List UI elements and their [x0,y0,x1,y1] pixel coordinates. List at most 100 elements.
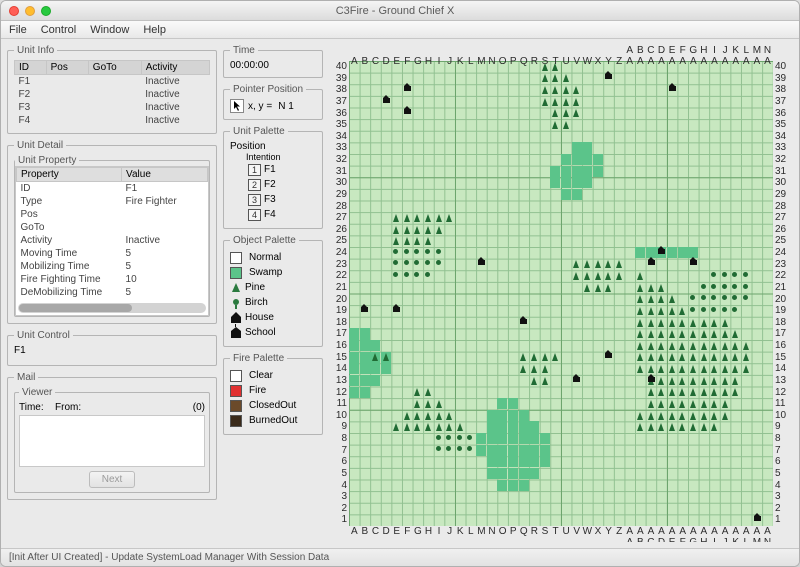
map-swamp[interactable] [529,456,539,467]
map-birchc[interactable] [446,446,451,451]
map-pine[interactable] [425,388,431,396]
map-swamp[interactable] [572,189,582,200]
map-swamp[interactable] [487,456,497,467]
map-pine[interactable] [372,353,378,361]
map-pine[interactable] [531,365,537,373]
map-pine[interactable] [679,330,685,338]
map-pine[interactable] [648,330,654,338]
map-birchc[interactable] [425,272,430,277]
table-row[interactable]: Mobilizing Time5 [17,260,208,273]
map-pine[interactable] [732,330,738,338]
map-pine[interactable] [669,388,675,396]
map-pine[interactable] [637,272,643,280]
map-swamp[interactable] [593,166,603,177]
map-birchc[interactable] [711,284,716,289]
map-birchc[interactable] [457,446,462,451]
map-housec[interactable] [361,307,368,312]
map-pine[interactable] [637,423,643,431]
map-pine[interactable] [542,353,548,361]
map-pine[interactable] [679,388,685,396]
map-pine[interactable] [658,284,664,292]
map-pine[interactable] [584,272,590,280]
map-birchc[interactable] [467,435,472,440]
map-birchc[interactable] [393,260,398,265]
table-row[interactable]: Fire Fighting Time10 [17,273,208,286]
map-housec[interactable] [690,260,697,265]
map-pine[interactable] [701,423,707,431]
menu-help[interactable]: Help [143,24,166,36]
object-palette-item-swamp[interactable]: Swamp [230,265,316,280]
map-swamp[interactable] [561,154,571,165]
map-pine[interactable] [743,353,749,361]
map-swamp[interactable] [360,352,370,363]
map-swamp[interactable] [519,456,529,467]
map-swamp[interactable] [519,445,529,456]
table-row[interactable]: F2Inactive [15,88,210,101]
map-swamp[interactable] [593,154,603,165]
map-pine[interactable] [722,365,728,373]
map-pine[interactable] [669,423,675,431]
map-pine[interactable] [573,272,579,280]
map-pine[interactable] [711,388,717,396]
map-swamp[interactable] [582,142,592,153]
map-birchc[interactable] [701,284,706,289]
map-area[interactable]: ABCDEFGHIJKLMNABCDEFGHIJKLMNOPQRSTUVWXYZ… [329,45,793,542]
map-swamp[interactable] [497,456,507,467]
map-pine[interactable] [393,423,399,431]
map-pine[interactable] [637,353,643,361]
map-pine[interactable] [436,423,442,431]
map-pine[interactable] [701,342,707,350]
map-pine[interactable] [605,260,611,268]
map-pine[interactable] [436,400,442,408]
map-swamp[interactable] [519,433,529,444]
map-swamp[interactable] [582,154,592,165]
map-pine[interactable] [701,353,707,361]
map-pine[interactable] [722,353,728,361]
map-pine[interactable] [637,295,643,303]
map-pine[interactable] [690,400,696,408]
map-pine[interactable] [404,237,410,245]
map-pine[interactable] [648,295,654,303]
map-birchc[interactable] [446,435,451,440]
map-pine[interactable] [669,400,675,408]
map-pine[interactable] [669,365,675,373]
map-pine[interactable] [711,412,717,420]
table-row[interactable]: F4Inactive [15,114,210,127]
map-pine[interactable] [404,226,410,234]
map-swamp[interactable] [360,375,370,386]
map-birchc[interactable] [436,435,441,440]
map-pine[interactable] [552,353,558,361]
map-birchc[interactable] [732,307,737,312]
map-pine[interactable] [531,377,537,385]
map-pine[interactable] [648,388,654,396]
map-swamp[interactable] [678,247,688,258]
map-pine[interactable] [669,342,675,350]
map-pine[interactable] [457,423,463,431]
map-swamp[interactable] [497,410,507,421]
map-pine[interactable] [732,377,738,385]
map-pine[interactable] [595,260,601,268]
map-pine[interactable] [658,307,664,315]
map-pine[interactable] [552,86,558,94]
map-pine[interactable] [563,98,569,106]
map-swamp[interactable] [497,480,507,491]
map-birchc[interactable] [457,435,462,440]
map-pine[interactable] [552,74,558,82]
map-birchc[interactable] [436,260,441,265]
map-birchc[interactable] [436,446,441,451]
map-swamp[interactable] [360,363,370,374]
map-swamp[interactable] [497,398,507,409]
map-pine[interactable] [542,377,548,385]
map-birchc[interactable] [722,307,727,312]
map-swamp[interactable] [529,468,539,479]
map-pine[interactable] [701,388,707,396]
map-swamp[interactable] [572,177,582,188]
map-pine[interactable] [732,353,738,361]
map-pine[interactable] [658,423,664,431]
map-swamp[interactable] [487,445,497,456]
map-pine[interactable] [669,353,675,361]
map-pine[interactable] [690,423,696,431]
map-pine[interactable] [542,74,548,82]
object-palette-item-house[interactable]: House [230,310,316,325]
map-pine[interactable] [425,412,431,420]
